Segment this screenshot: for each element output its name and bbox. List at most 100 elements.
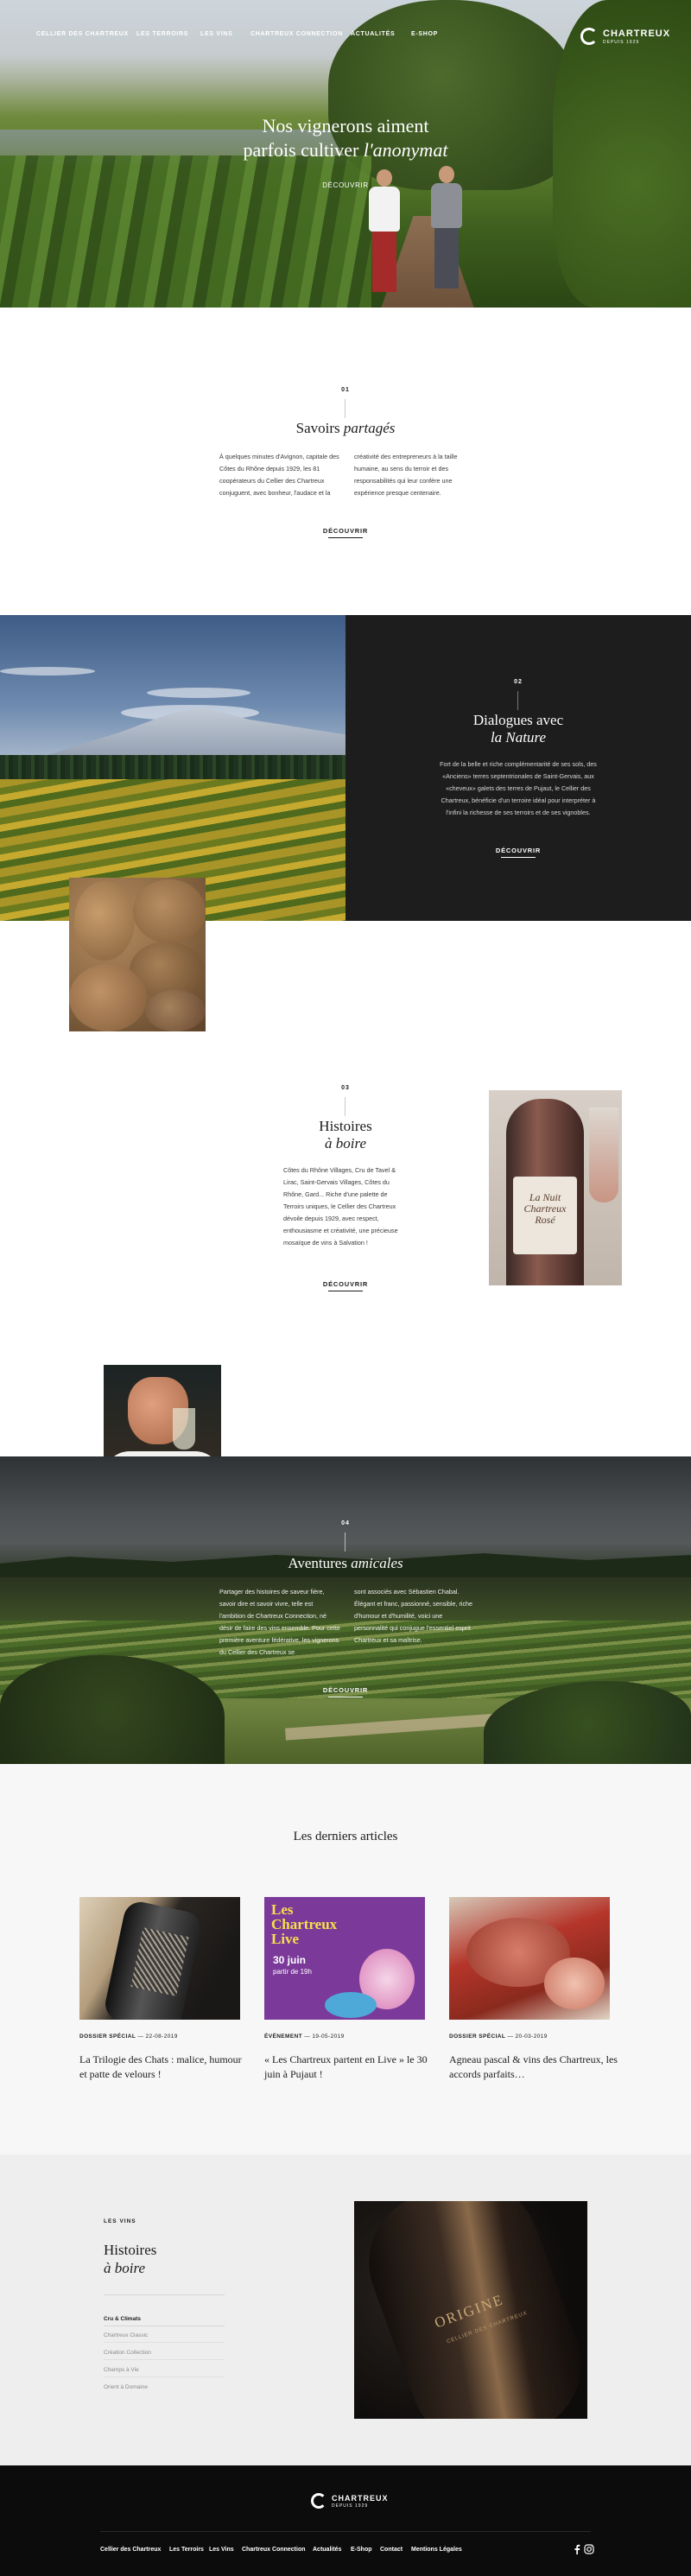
hero-title: Nos vignerons aiment parfois cultiver l'… <box>190 114 501 162</box>
hero-title-italic: l'anonymat <box>363 139 448 161</box>
nav-item-cellier[interactable]: Cellier des Chartreux <box>36 31 129 43</box>
section-number: 04 <box>341 1520 350 1526</box>
divider <box>345 1532 346 1551</box>
article-date: 19-05-2019 <box>312 2034 345 2040</box>
wines-label: LES VINS <box>104 2218 136 2224</box>
origine-bottle-image: ORIGINE CELLIER DES CHARTREUX <box>354 2201 587 2419</box>
section1-title-text: Savoirs <box>295 420 340 436</box>
section4-title-text: Aventures <box>288 1555 347 1571</box>
landscape-image <box>0 615 346 921</box>
wine-range-item[interactable]: Orient à Domaine <box>104 2384 148 2390</box>
section4-title: Aventures amicales <box>259 1555 432 1572</box>
section4-col2: sont associés avec Sébastien Chabal. Élé… <box>354 1588 473 1644</box>
hero-discover-link[interactable]: DÉCOUVRIR <box>311 181 380 189</box>
section3-title-italic: à boire <box>324 1135 366 1152</box>
section-number: 01 <box>341 387 350 393</box>
person-figure <box>428 166 466 295</box>
brand-name: CHARTREUX <box>603 29 671 39</box>
wine-range-item[interactable]: Création Collection <box>104 2350 151 2356</box>
section4-discover-button[interactable]: DÉCOUVRIR <box>311 1686 380 1694</box>
footer-link-terroirs[interactable]: Les Terroirs <box>169 2547 204 2553</box>
wines-title-line1: Histoires <box>104 2242 157 2258</box>
nav-item-eshop[interactable]: E-Shop <box>411 31 438 43</box>
section3-body: Côtes du Rhône Villages, Cru de Tavel & … <box>283 1166 398 1247</box>
divider <box>345 1097 346 1116</box>
article-title-3[interactable]: Agneau pascal & vins des Chartreux, les … <box>449 2053 618 2082</box>
brand-sub: DEPUIS 1929 <box>332 2503 369 2509</box>
brand-logo[interactable]: CHARTREUX DEPUIS 1929 <box>580 26 669 50</box>
poster-text: Chartreux <box>271 1916 338 1932</box>
section3-title-line1: Histoires <box>319 1118 372 1134</box>
article-category-label: ÉVÉNEMENT <box>264 2034 303 2040</box>
article-category-1: DOSSIER SPÉCIAL — 22-08-2019 <box>79 2034 178 2040</box>
hero-title-line1: Nos vignerons aiment <box>262 115 429 136</box>
article-image-2[interactable]: Les Chartreux Live 30 juin partir de 19h <box>264 1897 425 2020</box>
button-underline <box>501 857 536 858</box>
hero-title-line2: parfois cultiver <box>243 139 359 161</box>
footer-link-vins[interactable]: Les Vins <box>209 2547 234 2553</box>
article-date: 20-03-2019 <box>515 2034 548 2040</box>
wine-range-item[interactable]: Champs à Vie <box>104 2367 139 2373</box>
divider <box>104 2294 225 2295</box>
nav-item-terroirs[interactable]: Les Terroirs <box>136 31 188 43</box>
wine-range-item[interactable]: Cru & Climats <box>104 2316 141 2322</box>
section3-discover-button[interactable]: DÉCOUVRIR <box>311 1280 380 1288</box>
article-image-1[interactable] <box>79 1897 240 2020</box>
poster-time: partir de 19h <box>273 1968 312 1976</box>
section2-title-italic: la Nature <box>490 729 547 746</box>
section1-discover-button[interactable]: DÉCOUVRIR <box>311 527 380 535</box>
section-number: 03 <box>341 1085 350 1091</box>
article-category-label: DOSSIER SPÉCIAL <box>79 2034 136 2040</box>
wines-section <box>0 2154 691 2465</box>
nav-item-actualites[interactable]: Actualités <box>351 31 395 43</box>
divider <box>104 2342 225 2343</box>
brand-name: CHARTREUX <box>332 2494 389 2503</box>
articles-heading: Les derniers articles <box>293 1830 398 1843</box>
poster-date: 30 juin <box>273 1954 307 1966</box>
wines-title: Histoires à boire <box>104 2241 156 2277</box>
article-title-1[interactable]: La Trilogie des Chats : malice, humour e… <box>79 2053 249 2082</box>
footer-link-connection[interactable]: Chartreux Connection <box>242 2547 306 2553</box>
facebook-icon[interactable] <box>574 2543 580 2554</box>
footer-link-contact[interactable]: Contact <box>380 2547 403 2553</box>
brand-sub: DEPUIS 1929 <box>603 40 640 45</box>
poster-text: Les <box>271 1901 294 1918</box>
footer <box>0 2465 691 2576</box>
section2-body: Fort de la belle et riche complémentarit… <box>440 760 597 816</box>
article-title-2[interactable]: « Les Chartreux partent en Live » le 30 … <box>264 2053 434 2082</box>
rose-bottle-image: La Nuit Chartreux Rosé <box>489 1090 622 1285</box>
section1-title: Savoirs partagés <box>259 420 432 437</box>
footer-link-eshop[interactable]: E-Shop <box>351 2547 372 2553</box>
article-category-label: DOSSIER SPÉCIAL <box>449 2034 506 2040</box>
article-category-2: ÉVÉNEMENT — 19-05-2019 <box>264 2034 345 2040</box>
section2-discover-button[interactable]: DÉCOUVRIR <box>484 847 553 854</box>
divider <box>104 2376 225 2377</box>
wines-title-italic: à boire <box>104 2260 146 2276</box>
footer-logo[interactable]: CHARTREUX DEPUIS 1929 <box>311 2491 388 2514</box>
footer-link-cellier[interactable]: Cellier des Chartreux <box>100 2547 161 2553</box>
article-category-3: DOSSIER SPÉCIAL — 20-03-2019 <box>449 2034 548 2040</box>
divider <box>104 2359 225 2360</box>
section3-title: Histoires à boire <box>259 1118 432 1152</box>
section1-col2: créativité des entrepreneurs à la taille… <box>354 453 458 497</box>
nav-item-connection[interactable]: Chartreux Connection <box>250 31 343 43</box>
section-number: 02 <box>514 679 523 685</box>
article-date: 22-08-2019 <box>145 2034 178 2040</box>
footer-link-mentions[interactable]: Mentions Légales <box>411 2547 462 2553</box>
nav-item-vins[interactable]: Les Vins <box>200 31 233 43</box>
bottle-label-text: La Nuit Chartreux Rosé <box>523 1191 567 1226</box>
section1-col1: À quelques minutes d'Avignon, capitale d… <box>219 453 339 497</box>
section1-title-italic: partagés <box>343 420 396 436</box>
footer-link-actualites[interactable]: Actualités <box>313 2547 341 2553</box>
wine-range-item[interactable]: Chartreux Classic <box>104 2332 148 2338</box>
instagram-icon[interactable] <box>584 2543 594 2554</box>
logo-mark-icon <box>580 28 598 45</box>
divider <box>104 2325 225 2326</box>
article-image-3[interactable] <box>449 1897 610 2020</box>
divider <box>517 691 518 710</box>
section4-banner <box>0 1456 691 1764</box>
stones-image <box>69 878 206 1031</box>
section2-title-line1: Dialogues avec <box>472 712 564 728</box>
section2-title: Dialogues avec la Nature <box>432 712 605 746</box>
divider <box>345 399 346 418</box>
